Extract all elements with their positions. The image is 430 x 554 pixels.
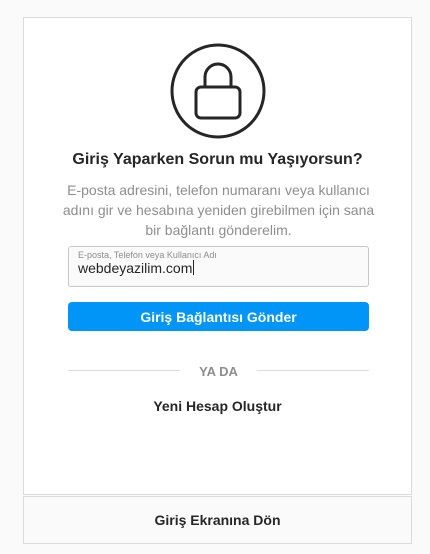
divider-line-right [257, 370, 369, 371]
or-label: YA DA [199, 364, 238, 379]
create-account-link[interactable]: Yeni Hesap Oluştur [24, 398, 411, 414]
identifier-field[interactable]: E-posta, Telefon veya Kullanıcı Adı webd… [68, 246, 369, 287]
or-divider: YA DA [68, 364, 369, 379]
identifier-field-value[interactable]: webdeyazilim.com [78, 260, 195, 276]
instructions-text: E-posta adresini, telefon numaranı veya … [62, 182, 375, 238]
text-caret [193, 260, 195, 275]
page-title: Giriş Yaparken Sorun mu Yaşıyorsun? [72, 151, 363, 168]
send-login-link-button[interactable]: Giriş Bağlantısı Gönder [68, 302, 369, 331]
back-to-login-bar[interactable]: Giriş Ekranına Dön [23, 496, 412, 544]
back-to-login-link[interactable]: Giriş Ekranına Dön [24, 512, 411, 528]
reset-password-card: Giriş Yaparken Sorun mu Yaşıyorsun? E-po… [23, 17, 412, 495]
identifier-value-text: webdeyazilim.com [78, 260, 193, 276]
lock-icon [169, 42, 267, 140]
identifier-field-label: E-posta, Telefon veya Kullanıcı Adı [78, 250, 217, 260]
